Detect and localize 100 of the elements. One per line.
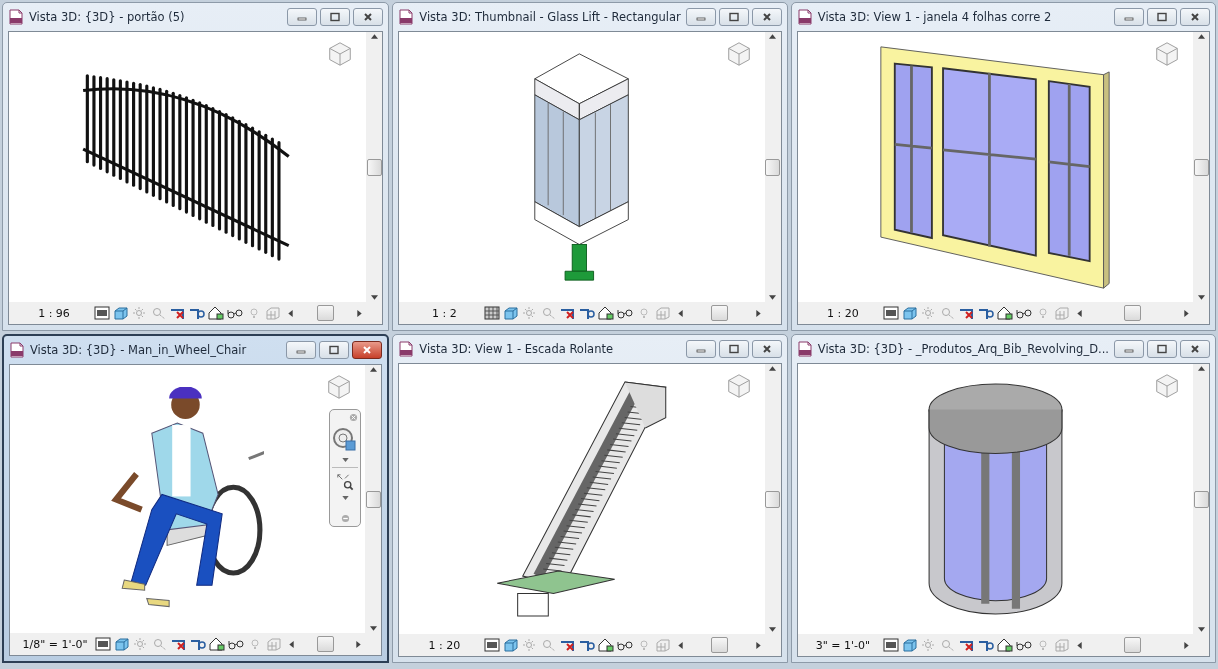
crop-region-icon[interactable] (977, 638, 994, 652)
crop-icon[interactable] (171, 637, 187, 651)
zoom-icon[interactable] (336, 473, 355, 491)
scroll-left-icon[interactable] (678, 309, 684, 317)
scroll-thumb[interactable] (1124, 637, 1142, 653)
scroll-up-icon[interactable] (370, 34, 378, 39)
checkered-square-icon[interactable] (95, 637, 111, 651)
scroll-left-icon[interactable] (1076, 309, 1082, 317)
scroll-thumb[interactable] (765, 158, 781, 176)
crop-region-icon[interactable] (189, 306, 205, 320)
house-lock-icon[interactable] (996, 306, 1013, 320)
close-icon (362, 345, 373, 355)
close-button[interactable] (353, 8, 384, 26)
scroll-up-icon[interactable] (369, 367, 377, 372)
view-scale[interactable]: 1/8" = 1'-0" (18, 637, 92, 651)
scroll-up-icon[interactable] (769, 34, 777, 39)
crop-icon[interactable] (958, 638, 975, 652)
cube-icon[interactable] (114, 637, 130, 651)
house-lock-icon[interactable] (598, 638, 615, 652)
close-button[interactable] (352, 341, 383, 359)
glasses-icon[interactable] (1015, 306, 1032, 320)
scroll-left-icon[interactable] (289, 640, 294, 648)
glasses-icon[interactable] (1015, 638, 1032, 652)
crop-icon[interactable] (560, 638, 577, 652)
vertical-scrollbar[interactable] (1193, 32, 1209, 324)
scroll-thumb[interactable] (316, 305, 334, 321)
scroll-thumb[interactable] (316, 636, 334, 652)
glasses-icon[interactable] (228, 637, 244, 651)
glasses-icon[interactable] (227, 306, 243, 320)
house-lock-icon[interactable] (208, 306, 224, 320)
scroll-left-icon[interactable] (288, 309, 293, 317)
maximize-button[interactable] (1147, 8, 1177, 26)
maximize-button[interactable] (718, 8, 749, 26)
close-button[interactable] (751, 340, 782, 358)
scroll-down-icon[interactable] (769, 627, 777, 632)
maximize-button[interactable] (718, 340, 749, 358)
checkered-square-icon[interactable] (94, 306, 110, 320)
maximize-button[interactable] (320, 8, 351, 26)
view-scale[interactable]: 1 : 20 (805, 306, 880, 320)
cube-icon[interactable] (503, 638, 520, 652)
glasses-icon[interactable] (617, 638, 634, 652)
scroll-thumb[interactable] (765, 490, 781, 508)
scroll-right-icon[interactable] (357, 309, 363, 317)
scroll-thumb[interactable] (365, 490, 381, 508)
crop-region-icon[interactable] (190, 637, 206, 651)
scroll-left-icon[interactable] (1076, 641, 1082, 649)
caret-icon[interactable] (341, 458, 349, 462)
cube-icon[interactable] (901, 306, 918, 320)
scroll-down-icon[interactable] (1197, 627, 1205, 632)
cube-icon[interactable] (503, 306, 520, 320)
scroll-down-icon[interactable] (1197, 295, 1205, 300)
crop-icon[interactable] (958, 306, 975, 320)
cube-icon[interactable] (901, 638, 918, 652)
view-scale[interactable]: 3" = 1'-0" (805, 638, 880, 652)
vertical-scrollbar[interactable] (764, 364, 781, 656)
scroll-up-icon[interactable] (1197, 366, 1205, 371)
house-lock-icon[interactable] (598, 306, 615, 320)
hatched-square-icon[interactable] (484, 306, 501, 320)
scroll-down-icon[interactable] (769, 295, 777, 300)
scroll-thumb[interactable] (1193, 158, 1209, 176)
checkered-square-icon[interactable] (882, 638, 899, 652)
scroll-left-icon[interactable] (678, 641, 684, 649)
scroll-thumb[interactable] (366, 158, 382, 176)
scroll-down-icon[interactable] (370, 295, 378, 300)
scroll-thumb[interactable] (711, 305, 729, 321)
close-button[interactable] (751, 8, 782, 26)
scroll-right-icon[interactable] (1184, 309, 1189, 317)
checkered-square-icon[interactable] (484, 638, 501, 652)
scroll-up-icon[interactable] (769, 366, 777, 371)
vertical-scrollbar[interactable] (1193, 364, 1209, 656)
crop-region-icon[interactable] (977, 306, 994, 320)
crop-region-icon[interactable] (579, 638, 596, 652)
crop-icon[interactable] (170, 306, 186, 320)
vertical-scrollbar[interactable] (764, 32, 781, 324)
scroll-right-icon[interactable] (755, 309, 761, 317)
checkered-square-icon[interactable] (882, 306, 899, 320)
maximize-button[interactable] (319, 341, 350, 359)
glasses-icon[interactable] (617, 306, 634, 320)
cube-icon[interactable] (113, 306, 129, 320)
view-scale[interactable]: 1 : 20 (407, 638, 482, 652)
crop-region-icon[interactable] (579, 306, 596, 320)
view-scale[interactable]: 1 : 2 (407, 306, 482, 320)
scroll-right-icon[interactable] (356, 640, 362, 648)
vertical-scrollbar[interactable] (365, 365, 382, 655)
scroll-thumb[interactable] (711, 637, 729, 653)
scroll-thumb[interactable] (1193, 490, 1209, 508)
house-lock-icon[interactable] (209, 637, 225, 651)
house-lock-icon[interactable] (996, 638, 1013, 652)
close-button[interactable] (1180, 8, 1210, 26)
scroll-thumb[interactable] (1124, 305, 1142, 321)
scroll-up-icon[interactable] (1197, 34, 1205, 39)
vertical-scrollbar[interactable] (366, 32, 383, 324)
scroll-down-icon[interactable] (369, 626, 377, 631)
view-scale[interactable]: 1 : 96 (17, 306, 91, 320)
scroll-right-icon[interactable] (755, 641, 761, 649)
close-button[interactable] (1180, 340, 1210, 358)
scroll-right-icon[interactable] (1184, 641, 1189, 649)
crop-icon[interactable] (560, 306, 577, 320)
caret-icon[interactable] (341, 496, 349, 500)
maximize-button[interactable] (1147, 340, 1177, 358)
